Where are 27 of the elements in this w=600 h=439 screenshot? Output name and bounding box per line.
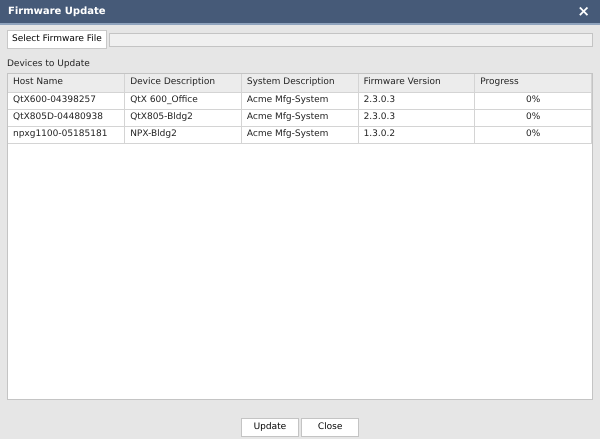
progress-cell: 0% — [474, 126, 592, 144]
table-cell: Acme Mfg-System — [241, 110, 358, 126]
window-title: Firmware Update — [8, 5, 106, 19]
table-cell: QtX 600_Office — [124, 92, 242, 110]
table-cell: 2.3.0.3 — [358, 92, 475, 110]
section-label: Devices to Update — [7, 59, 90, 69]
column-header[interactable]: Progress — [474, 74, 592, 92]
table-cell: Acme Mfg-System — [241, 92, 358, 110]
table-cell: Acme Mfg-System — [241, 126, 358, 144]
select-file-button[interactable]: Select Firmware File — [7, 30, 107, 49]
dialog-button[interactable]: Update — [240, 418, 299, 437]
progress-cell: 0% — [474, 92, 592, 110]
table-cell: npxg1100-05185181 — [8, 126, 125, 144]
table-cell: QtX805D-04480938 — [8, 110, 125, 126]
column-header[interactable]: System Description — [241, 74, 358, 92]
close-button[interactable]: × — [575, 4, 592, 19]
dialog-button[interactable]: Close — [301, 418, 360, 437]
column-header[interactable]: Host Name — [8, 74, 125, 92]
column-header[interactable]: Firmware Version — [358, 74, 475, 92]
column-header[interactable]: Device Description — [124, 74, 242, 92]
file-path-field[interactable] — [109, 32, 593, 46]
progress-cell: 0% — [474, 110, 592, 126]
table-cell: NPX-Bldg2 — [124, 126, 242, 144]
table-cell: QtX600-04398257 — [8, 92, 125, 110]
table-cell: 2.3.0.3 — [358, 110, 475, 126]
table-cell: 1.3.0.2 — [358, 126, 475, 144]
table-cell: QtX805-Bldg2 — [124, 110, 242, 126]
